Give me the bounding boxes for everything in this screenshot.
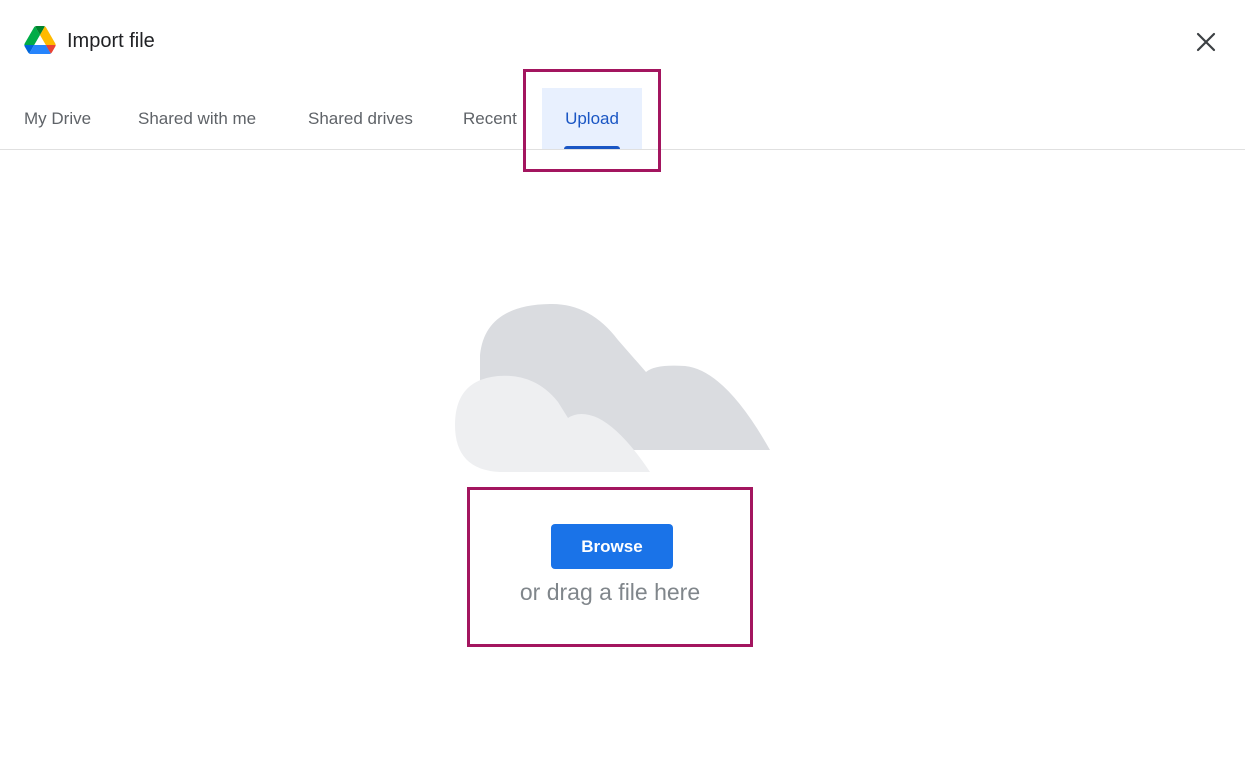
tab-label: Recent [463,109,517,128]
tab-selected-indicator [564,146,620,149]
google-drive-icon [24,26,56,54]
dialog-header: Import file [0,0,1245,84]
tab-label: Shared with me [138,109,257,128]
tab-label: My Drive [24,109,92,128]
tab-shared-with-me[interactable]: Shared with me [138,88,256,149]
drag-drop-hint: or drag a file here [519,579,701,605]
close-button[interactable] [1188,24,1224,60]
browse-button[interactable]: Browse [551,524,673,569]
tab-my-drive[interactable]: My Drive [24,88,91,149]
import-file-dialog: Import file My Drive Shared with me Shar… [0,0,1245,763]
tab-upload[interactable]: Upload [542,88,642,149]
tab-label: Shared drives [308,109,413,128]
tab-bar: My Drive Shared with me Shared drives Re… [0,88,1245,150]
cloud-icon [455,303,770,472]
tab-recent[interactable]: Recent [463,88,517,149]
dialog-title: Import file [67,30,155,52]
close-icon [1196,32,1216,52]
tab-label: Upload [565,109,619,128]
tab-shared-drives[interactable]: Shared drives [308,88,413,149]
